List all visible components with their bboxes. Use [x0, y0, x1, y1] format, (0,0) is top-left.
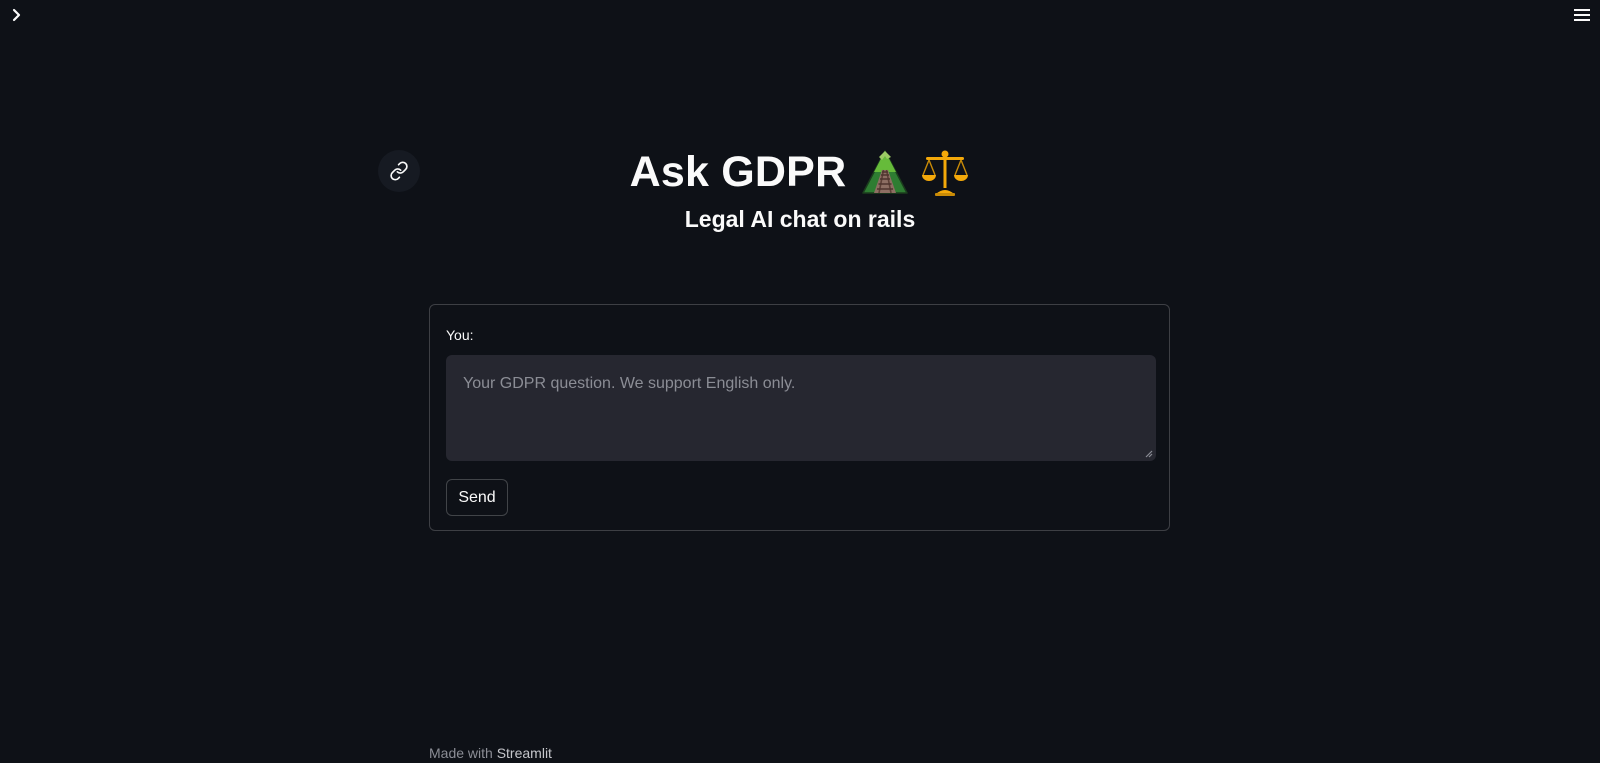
chevron-right-icon: [12, 8, 21, 22]
resize-handle-icon[interactable]: [1143, 448, 1153, 458]
streamlit-link[interactable]: Streamlit: [497, 745, 552, 761]
page-subtitle: Legal AI chat on rails: [684, 206, 916, 232]
streamlit-app: Ask GDPR Legal AI chat on rails You: You…: [0, 0, 1600, 763]
footer: Made with Streamlit: [429, 745, 552, 761]
hamburger-menu-icon: [1574, 9, 1590, 21]
mountain-railway-icon: [862, 150, 909, 194]
main-menu-button[interactable]: [1570, 4, 1594, 26]
title-icons: [860, 146, 970, 198]
header-anchor-link[interactable]: [378, 150, 420, 192]
link-icon: [390, 161, 408, 181]
balance-scale-icon: [922, 150, 969, 196]
title-row: Ask GDPR: [420, 140, 1180, 204]
page-title: Ask GDPR: [629, 147, 847, 196]
question-label: You:: [446, 327, 474, 343]
chat-form: You: Send: [429, 304, 1170, 531]
question-input[interactable]: [446, 355, 1156, 461]
question-textarea-wrapper: [446, 355, 1156, 461]
send-button[interactable]: Send: [446, 479, 508, 516]
footer-prefix: Made with: [429, 745, 497, 761]
sidebar-toggle-button[interactable]: [6, 4, 28, 26]
